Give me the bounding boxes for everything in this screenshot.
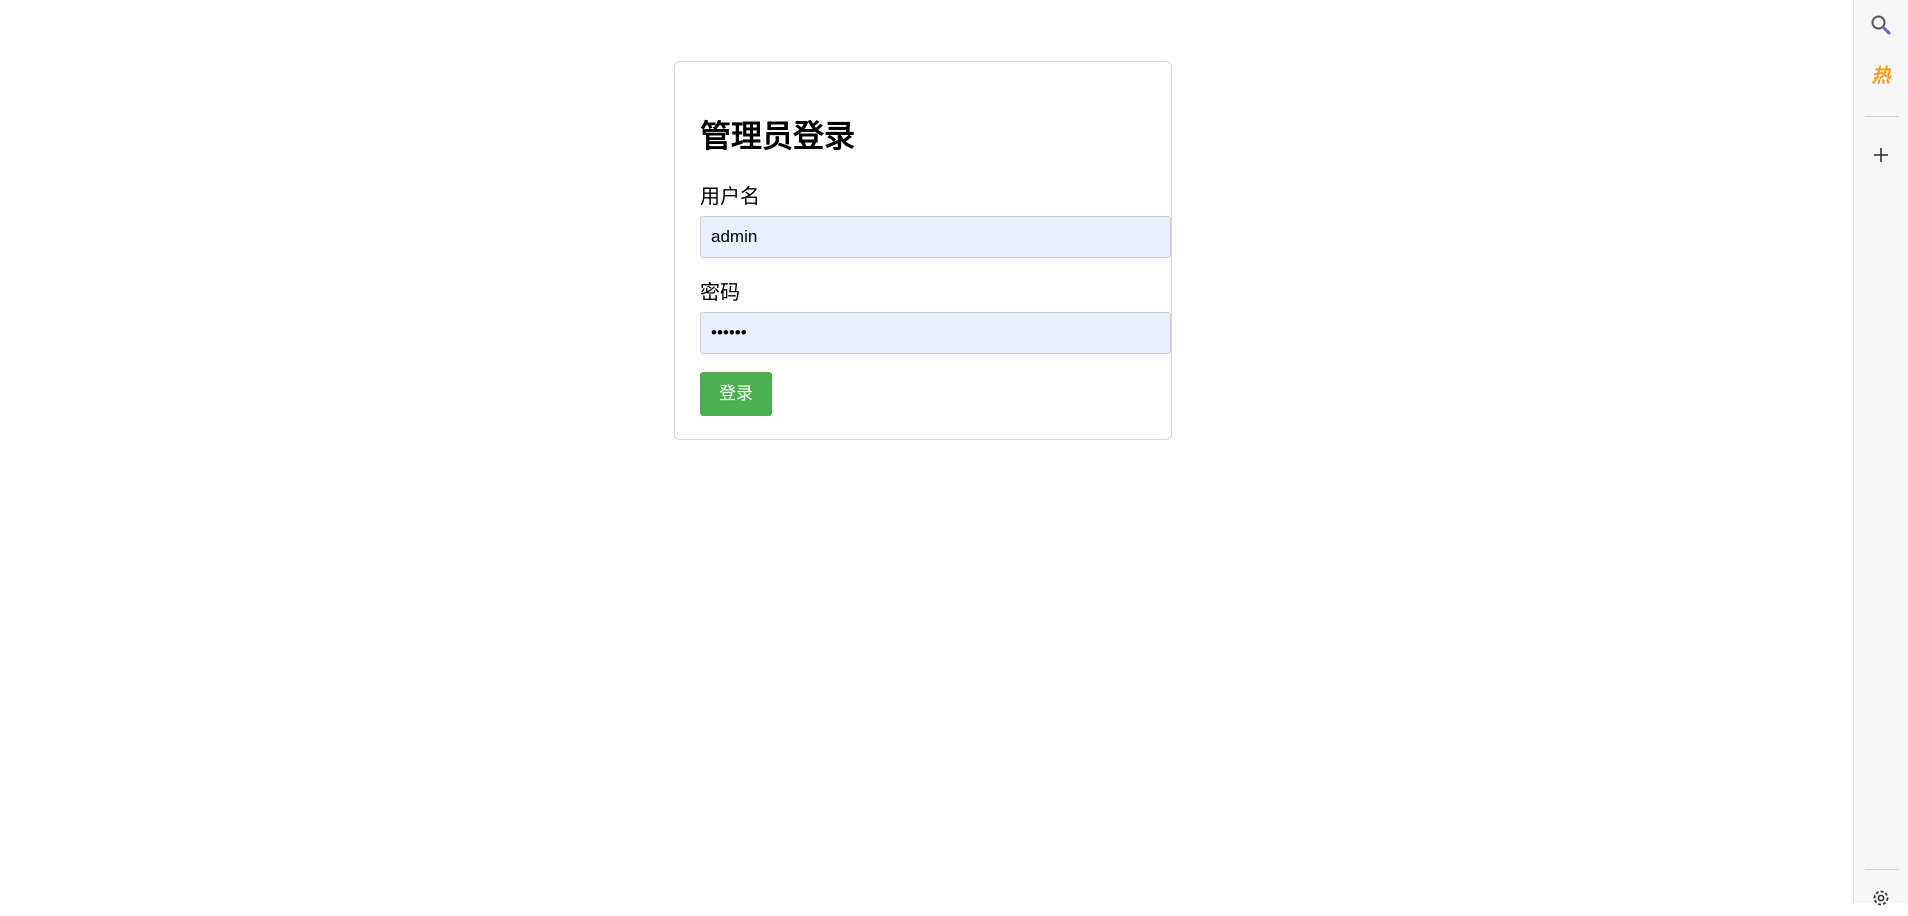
gear-icon bbox=[1873, 890, 1889, 906]
search-button[interactable] bbox=[1863, 7, 1899, 43]
login-card: 管理员登录 用户名 密码 登录 bbox=[674, 61, 1172, 440]
hot-icon: 热 bbox=[1871, 64, 1891, 87]
hot-button[interactable]: 热 bbox=[1863, 58, 1899, 94]
password-input[interactable] bbox=[700, 312, 1171, 354]
password-label: 密码 bbox=[700, 280, 740, 304]
sidebar-divider bbox=[1865, 869, 1899, 870]
sidebar-divider bbox=[1865, 116, 1899, 117]
add-button[interactable] bbox=[1863, 137, 1899, 173]
username-input[interactable] bbox=[700, 216, 1171, 258]
login-button[interactable]: 登录 bbox=[700, 372, 772, 416]
settings-button[interactable] bbox=[1863, 880, 1899, 916]
search-icon bbox=[1871, 15, 1891, 35]
browser-side-panel: 热 bbox=[1853, 0, 1908, 906]
plus-icon bbox=[1874, 148, 1888, 162]
page-title: 管理员登录 bbox=[700, 119, 855, 155]
page-main: 管理员登录 用户名 密码 登录 bbox=[0, 0, 1853, 903]
username-label: 用户名 bbox=[700, 184, 760, 208]
